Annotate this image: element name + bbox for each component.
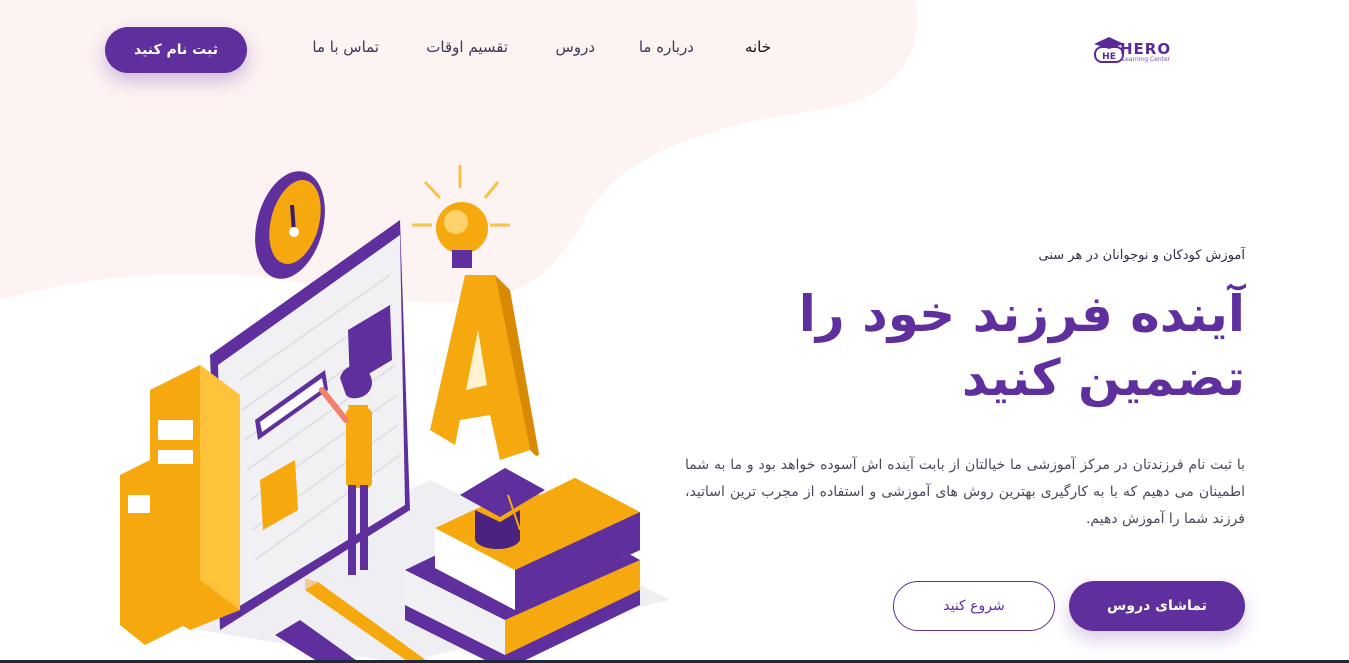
- nav-about[interactable]: درباره ما: [639, 38, 694, 56]
- nav-home[interactable]: خانه: [745, 38, 771, 56]
- hero-description: با ثبت نام فرزندتان در مرکز آموزشی ما خی…: [685, 457, 1245, 527]
- nav-schedule[interactable]: تقسیم اوقات: [426, 38, 508, 56]
- books-icon: [120, 365, 240, 645]
- view-courses-button[interactable]: تماشای دروس: [1069, 581, 1245, 631]
- hero-subtitle: آموزش کودکان و نوجوانان در هر سنی: [1038, 248, 1245, 263]
- letter-a-icon: [430, 275, 540, 460]
- hero-title-line2: تضمین کنید: [961, 349, 1245, 407]
- header: HE HERO Learning Center خانه درباره ما د…: [0, 0, 1349, 100]
- svg-text:HE: HE: [1102, 52, 1116, 62]
- logo[interactable]: HE HERO Learning Center: [1092, 34, 1204, 66]
- nav-courses[interactable]: دروس: [556, 38, 595, 56]
- nav-contact[interactable]: تماس با ما: [312, 38, 379, 56]
- get-started-button[interactable]: شروع کنید: [893, 581, 1055, 631]
- lightbulb-icon: [412, 165, 510, 268]
- logo-tagline: Learning Center: [1122, 56, 1171, 63]
- clock-icon: [255, 171, 325, 279]
- hero-illustration: [120, 165, 670, 663]
- hero-title-line1: آینده فرزند خود را: [798, 285, 1245, 343]
- hero-title: آینده فرزند خود را تضمین کنید: [685, 282, 1245, 410]
- signup-button[interactable]: ثبت نام کنید: [105, 27, 247, 73]
